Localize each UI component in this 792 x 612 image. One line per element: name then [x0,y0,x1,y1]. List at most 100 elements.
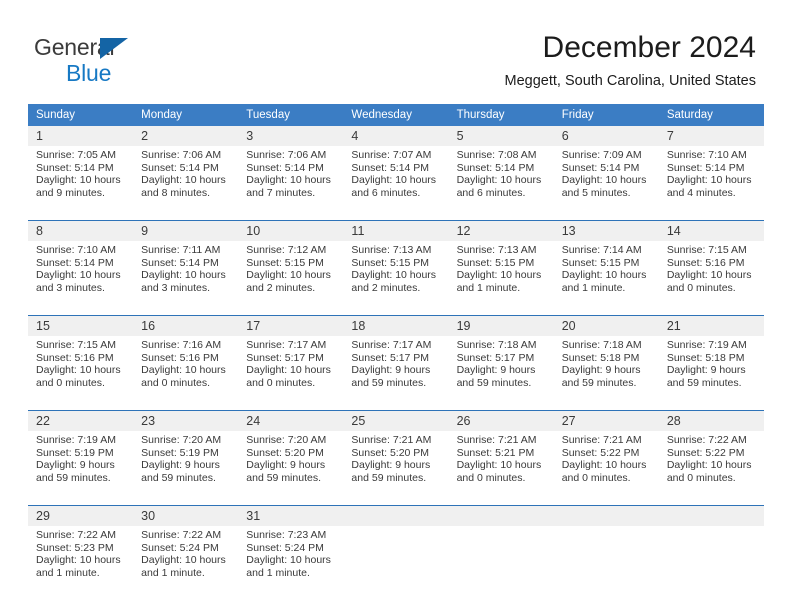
sunset-text: Sunset: 5:15 PM [561,256,640,269]
daylight-text-line1: Daylight: 9 hours [141,459,220,472]
day-cell[interactable]: Sunrise: 7:06 AM Sunset: 5:14 PM Dayligh… [238,146,344,221]
day-number[interactable]: 29 [28,505,134,526]
day-cell[interactable]: Sunrise: 7:13 AM Sunset: 5:15 PM Dayligh… [343,241,449,316]
day-cell[interactable]: Sunrise: 7:06 AM Sunset: 5:14 PM Dayligh… [133,146,239,221]
daylight-text-line1: Daylight: 10 hours [351,269,437,282]
weekday-header-row: Sunday Monday Tuesday Wednesday Thursday… [28,104,764,126]
day-cell[interactable]: Sunrise: 7:21 AM Sunset: 5:21 PM Dayligh… [448,431,554,506]
day-cell[interactable]: Sunrise: 7:21 AM Sunset: 5:22 PM Dayligh… [553,431,659,506]
sunset-text: Sunset: 5:14 PM [246,161,324,174]
day-number[interactable]: 26 [448,410,554,431]
day-cell[interactable]: Sunrise: 7:19 AM Sunset: 5:19 PM Dayligh… [28,431,134,506]
day-number[interactable]: 1 [28,126,134,146]
day-cell[interactable]: Sunrise: 7:17 AM Sunset: 5:17 PM Dayligh… [238,336,344,411]
day-number-empty [658,505,764,526]
daylight-text-line2: and 1 minute. [141,566,205,579]
day-number[interactable]: 4 [343,126,449,146]
day-cell[interactable]: Sunrise: 7:11 AM Sunset: 5:14 PM Dayligh… [133,241,239,316]
day-cell[interactable]: Sunrise: 7:15 AM Sunset: 5:16 PM Dayligh… [658,241,764,316]
daylight-text-line1: Daylight: 10 hours [141,269,226,282]
day-number[interactable]: 3 [238,126,344,146]
day-cell[interactable]: Sunrise: 7:22 AM Sunset: 5:22 PM Dayligh… [658,431,764,506]
day-number[interactable]: 19 [448,315,554,336]
day-number[interactable]: 5 [448,126,554,146]
daylight-text-line2: and 0 minutes. [456,471,526,484]
day-cell[interactable]: Sunrise: 7:22 AM Sunset: 5:23 PM Dayligh… [28,526,134,600]
sunrise-text: Sunrise: 7:22 AM [141,529,222,541]
day-number[interactable]: 23 [133,410,239,431]
day-number[interactable]: 15 [28,315,134,336]
sunrise-text: Sunrise: 7:20 AM [141,434,222,446]
day-number[interactable]: 14 [658,220,764,241]
day-number[interactable]: 7 [658,126,764,146]
day-number[interactable]: 30 [133,505,239,526]
daylight-text-line2: and 6 minutes. [456,186,526,199]
page-header: General Blue December 2024 Meggett, Sout… [0,0,792,100]
daylight-text-line1: Daylight: 10 hours [36,269,121,282]
page-title: December 2024 [542,31,756,64]
day-number[interactable]: 25 [343,410,449,431]
day-cell[interactable]: Sunrise: 7:09 AM Sunset: 5:14 PM Dayligh… [553,146,659,221]
day-cell[interactable]: Sunrise: 7:12 AM Sunset: 5:15 PM Dayligh… [238,241,344,316]
day-number[interactable]: 24 [238,410,344,431]
daylight-text-line1: Daylight: 10 hours [246,364,331,377]
day-number[interactable]: 20 [553,315,659,336]
day-cell[interactable]: Sunrise: 7:14 AM Sunset: 5:15 PM Dayligh… [553,241,659,316]
day-cell[interactable]: Sunrise: 7:18 AM Sunset: 5:18 PM Dayligh… [553,336,659,411]
day-cell[interactable]: Sunrise: 7:13 AM Sunset: 5:15 PM Dayligh… [448,241,554,316]
daylight-text-line1: Daylight: 10 hours [351,174,437,187]
sunset-text: Sunset: 5:18 PM [666,351,745,364]
sunset-text: Sunset: 5:23 PM [36,541,114,554]
day-number[interactable]: 8 [28,220,134,241]
daylight-text-line2: and 3 minutes. [141,281,211,294]
daylight-text-line1: Daylight: 10 hours [561,269,647,282]
sunrise-text: Sunrise: 7:20 AM [246,434,327,446]
day-cell[interactable]: Sunrise: 7:20 AM Sunset: 5:19 PM Dayligh… [133,431,239,506]
day-cell[interactable]: Sunrise: 7:21 AM Sunset: 5:20 PM Dayligh… [343,431,449,506]
day-cell[interactable]: Sunrise: 7:15 AM Sunset: 5:16 PM Dayligh… [28,336,134,411]
day-number[interactable]: 27 [553,410,659,431]
day-cell[interactable]: Sunrise: 7:22 AM Sunset: 5:24 PM Dayligh… [133,526,239,600]
day-number[interactable]: 13 [553,220,659,241]
generalblue-logo[interactable]: General Blue [34,36,224,88]
daylight-text-line1: Daylight: 10 hours [36,174,121,187]
sunrise-text: Sunrise: 7:10 AM [36,244,116,256]
day-number[interactable]: 31 [238,505,344,526]
day-number[interactable]: 12 [448,220,554,241]
day-cell[interactable]: Sunrise: 7:20 AM Sunset: 5:20 PM Dayligh… [238,431,344,506]
day-cell[interactable]: Sunrise: 7:18 AM Sunset: 5:17 PM Dayligh… [448,336,554,411]
day-cell[interactable]: Sunrise: 7:16 AM Sunset: 5:16 PM Dayligh… [133,336,239,411]
daylight-text-line2: and 7 minutes. [246,186,316,199]
sunset-text: Sunset: 5:22 PM [666,446,745,459]
day-number[interactable]: 9 [133,220,239,241]
day-number[interactable]: 28 [658,410,764,431]
day-cell[interactable]: Sunrise: 7:05 AM Sunset: 5:14 PM Dayligh… [28,146,134,221]
day-cell[interactable]: Sunrise: 7:19 AM Sunset: 5:18 PM Dayligh… [658,336,764,411]
day-number[interactable]: 18 [343,315,449,336]
day-number[interactable]: 6 [553,126,659,146]
day-number[interactable]: 2 [133,126,239,146]
day-number[interactable]: 11 [343,220,449,241]
sunrise-text: Sunrise: 7:19 AM [36,434,116,446]
calendar-body: 1 2 3 4 5 6 7 Sunrise: 7:05 AM Sunset: 5… [28,126,764,600]
day-cell[interactable]: Sunrise: 7:17 AM Sunset: 5:17 PM Dayligh… [343,336,449,411]
daylight-text-line2: and 8 minutes. [141,186,211,199]
day-number[interactable]: 10 [238,220,344,241]
day-number[interactable]: 16 [133,315,239,336]
sunrise-text: Sunrise: 7:21 AM [561,434,642,446]
day-number[interactable]: 22 [28,410,134,431]
day-cell[interactable]: Sunrise: 7:08 AM Sunset: 5:14 PM Dayligh… [448,146,554,221]
day-cell[interactable]: Sunrise: 7:23 AM Sunset: 5:24 PM Dayligh… [238,526,344,600]
sunrise-text: Sunrise: 7:15 AM [36,339,116,351]
daylight-text-line2: and 1 minute. [456,281,521,294]
sunset-text: Sunset: 5:24 PM [246,541,324,554]
day-number[interactable]: 17 [238,315,344,336]
daylight-text-line2: and 59 minutes. [456,376,532,389]
day-cell[interactable]: Sunrise: 7:10 AM Sunset: 5:14 PM Dayligh… [28,241,134,316]
sunrise-text: Sunrise: 7:06 AM [246,149,327,161]
daylight-text-line2: and 5 minutes. [561,186,631,199]
day-number[interactable]: 21 [658,315,764,336]
day-cell[interactable]: Sunrise: 7:07 AM Sunset: 5:14 PM Dayligh… [343,146,449,221]
day-cell[interactable]: Sunrise: 7:10 AM Sunset: 5:14 PM Dayligh… [658,146,764,221]
sunrise-text: Sunrise: 7:16 AM [141,339,222,351]
